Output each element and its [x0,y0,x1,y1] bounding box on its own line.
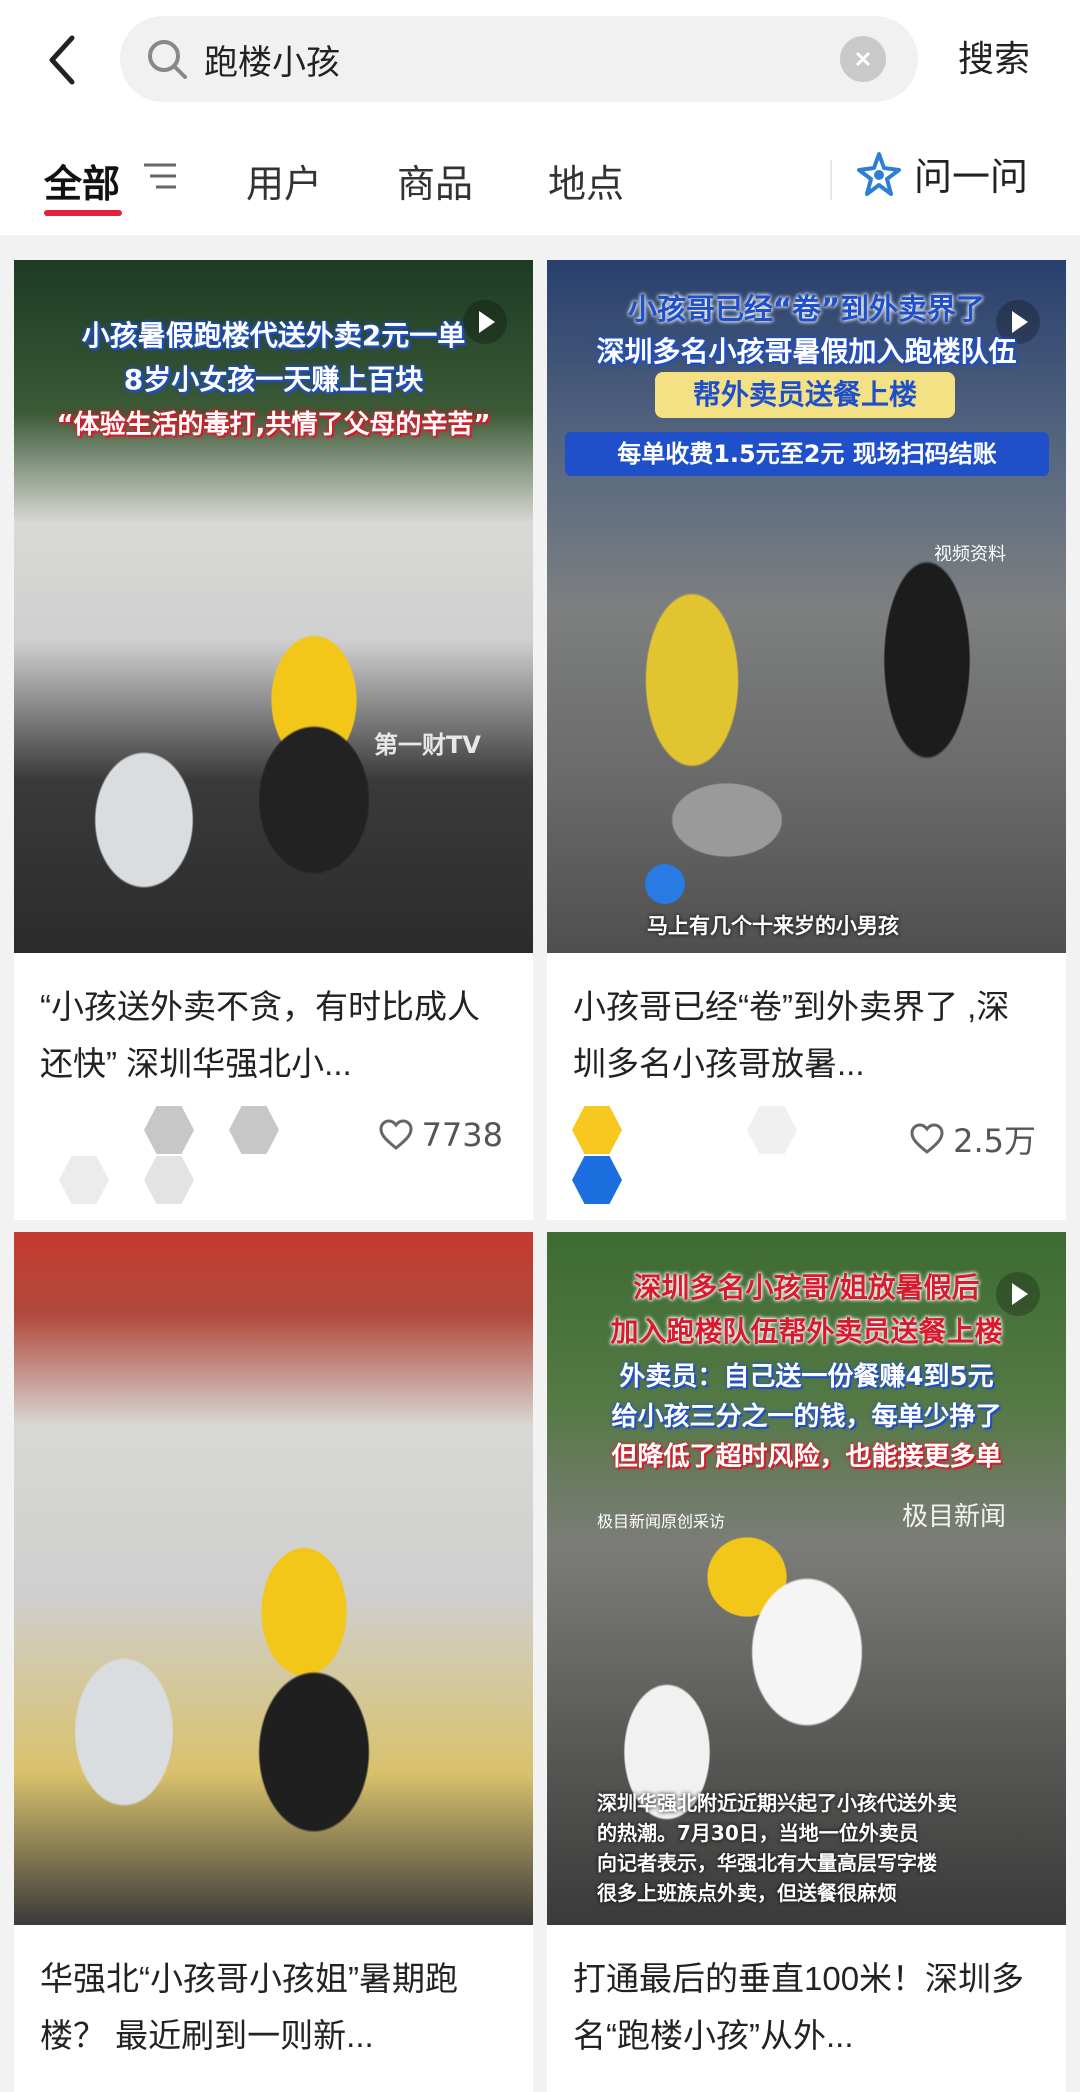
watermark: 视频资料 [934,544,1006,565]
overlay-title: 8岁小女孩一天赚上百块 [123,363,424,396]
subtitle-line: 深圳华强北附近近期兴起了小孩代送外卖 [597,1791,957,1815]
tab-users[interactable]: 用户 [246,153,322,208]
post-title[interactable]: “小孩送外卖不贪，有时比成人还快” 深圳华强北小... [40,978,503,1092]
subtitle-line: 的热潮。7月30日，当地一位外卖员 [597,1821,919,1845]
top-bar: 跑楼小孩 搜索 [0,0,1080,120]
overlay-subtitle: “体验生活的毒打,共情了父母的辛苦” [56,410,491,440]
post-card[interactable]: 小孩哥已经“卷”到外卖界了 深圳多名小孩哥暑假加入跑楼队伍 帮外卖员送餐上楼 每… [547,260,1066,1220]
heart-icon [379,1119,413,1150]
overlay-text: 但降低了超时风险，也能接更多单 [611,1442,1002,1472]
like-number: 2.5万 [953,1122,1036,1160]
tab-places[interactable]: 地点 [548,153,624,208]
post-card[interactable]: 华强北“小孩哥小孩姐”暑期跑楼？ 最近刷到一则新... [14,1232,533,2092]
avatar [144,1106,194,1154]
avatar [572,1106,622,1154]
ask-star-icon [857,151,901,196]
overlay-banner: 每单收费1.5元至2元 现场扫码结账 [565,432,1049,476]
filter-icon[interactable] [142,161,178,191]
overlay-title: 深圳多名小孩哥/姐放暑假后 [633,1271,980,1304]
tab-bar: 全部 用户 商品 地点 问一问 [0,120,1080,235]
avatar [747,1106,797,1154]
like-number: 7738 [421,1116,503,1154]
ask-label: 问一问 [914,155,1029,199]
video-subtitle: 马上有几个十来岁的小男孩 [647,914,899,938]
like-count[interactable]: 7738 [378,1116,503,1154]
search-query: 跑楼小孩 [204,42,340,83]
subtitle-line: 向记者表示，华强北有大量高层写字楼 [597,1851,937,1875]
overlay-highlight: 帮外卖员送餐上楼 [655,372,955,418]
overlay-title: 加入跑楼队伍帮外卖员送餐上楼 [610,1315,1003,1348]
avatar [144,1156,194,1204]
avatar [59,1156,109,1204]
overlay-title: 小孩哥已经“卷”到外卖界了 [627,292,986,326]
avatar [229,1106,279,1154]
overlay-title: 小孩暑假跑楼代送外卖2元一单 [81,319,466,352]
overlay-text: 外卖员：自己送一份餐赚4到5元 [619,1362,994,1392]
post-thumbnail[interactable]: 小孩暑假跑楼代送外卖2元一单 8岁小女孩一天赚上百块 “体验生活的毒打,共情了父… [14,260,533,953]
post-card[interactable]: 深圳多名小孩哥/姐放暑假后 加入跑楼队伍帮外卖员送餐上楼 外卖员：自己送一份餐赚… [547,1232,1066,2092]
search-input[interactable]: 跑楼小孩 [120,16,918,102]
watermark: 第一财TV [374,731,481,759]
search-icon [148,40,187,79]
tab-active-indicator [44,210,122,216]
post-title[interactable]: 打通最后的垂直100米！深圳多名“跑楼小孩”从外... [573,1950,1036,2064]
overlay-title: 深圳多名小孩哥暑假加入跑楼队伍 [596,335,1017,368]
post-thumbnail[interactable]: 深圳多名小孩哥/姐放暑假后 加入跑楼队伍帮外卖员送餐上楼 外卖员：自己送一份餐赚… [547,1232,1066,1925]
post-thumbnail[interactable]: 小孩哥已经“卷”到外卖界了 深圳多名小孩哥暑假加入跑楼队伍 帮外卖员送餐上楼 每… [547,260,1066,953]
tab-products[interactable]: 商品 [397,153,473,208]
watermark: 极目新闻 [901,1502,1006,1532]
subtitle-line: 很多上班族点外卖，但送餐很麻烦 [597,1881,897,1905]
source-label: 极目新闻原创采访 [597,1512,726,1531]
post-card[interactable]: 小孩暑假跑楼代送外卖2元一单 8岁小女孩一天赚上百块 “体验生活的毒打,共情了父… [14,260,533,1220]
like-count[interactable]: 2.5万 [909,1116,1036,1162]
overlay-text: 给小孩三分之一的钱，每单少挣了 [611,1402,1002,1432]
post-title[interactable]: 小孩哥已经“卷”到外卖界了 ,深圳多名小孩哥放暑... [573,978,1036,1092]
search-button[interactable]: 搜索 [958,30,1030,82]
avatar [572,1156,622,1204]
video-subtitle: 深圳华强北附近近期兴起了小孩代送外卖 的热潮。7月30日，当地一位外卖员 向记者… [597,1788,957,1908]
clear-icon[interactable] [840,36,886,82]
post-thumbnail[interactable] [14,1232,533,1925]
ask-button[interactable]: 问一问 [856,146,1028,201]
mic-icon [645,864,685,904]
back-arrow-icon[interactable] [40,28,90,92]
heart-icon [910,1123,944,1154]
post-title[interactable]: 华强北“小孩哥小孩姐”暑期跑楼？ 最近刷到一则新... [40,1950,503,2064]
tab-all[interactable]: 全部 [44,153,120,208]
divider [830,160,832,200]
